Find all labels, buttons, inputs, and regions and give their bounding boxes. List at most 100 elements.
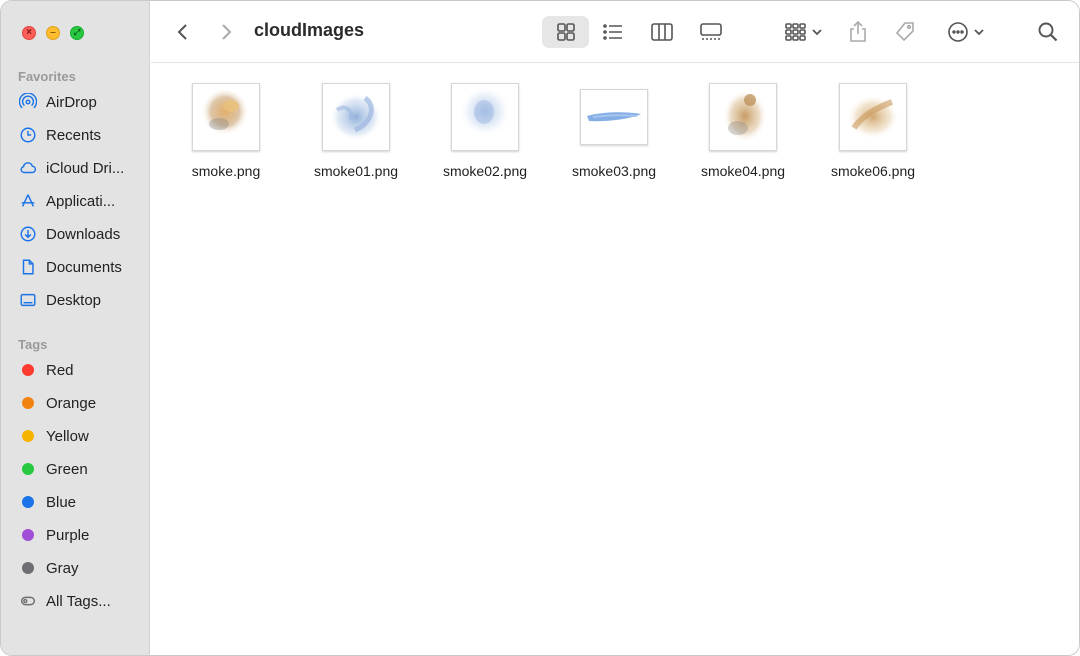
close-icon: × <box>26 27 32 38</box>
tag-button[interactable] <box>890 16 920 48</box>
file-thumbnail <box>192 83 260 151</box>
file-browser: smoke.png smoke01.png smoke02.png smoke0… <box>151 64 1079 655</box>
file-thumbnail <box>580 89 648 145</box>
sidebar-tag-yellow[interactable]: Yellow <box>18 423 143 449</box>
file-thumbnail <box>322 83 390 151</box>
download-icon <box>18 224 38 244</box>
tag-color-dot <box>18 525 38 545</box>
close-window-button[interactable]: × <box>22 26 36 40</box>
sidebar-item-label: Green <box>46 460 88 478</box>
sidebar-item-recents[interactable]: Recents <box>18 122 143 148</box>
document-icon <box>18 257 38 277</box>
minimize-icon: – <box>50 27 56 38</box>
sidebar-item-label: iCloud Dri... <box>46 159 125 177</box>
share-icon <box>850 20 866 42</box>
tags-heading: Tags <box>18 337 48 352</box>
applications-icon <box>18 191 38 211</box>
desktop-icon <box>18 290 38 310</box>
tag-color-dot <box>18 459 38 479</box>
window-title: cloudImages <box>254 20 365 40</box>
column-view-button[interactable] <box>642 16 682 48</box>
sidebar-item-label: Orange <box>46 394 97 412</box>
gallery-view-button[interactable] <box>691 16 731 48</box>
smoke-image-thumbnail <box>723 90 767 142</box>
file-name: smoke04.png <box>700 163 786 179</box>
grid-view-icon <box>556 23 575 41</box>
group-button[interactable] <box>779 16 827 48</box>
file-thumbnail <box>451 83 519 151</box>
search-button[interactable] <box>1033 16 1063 48</box>
more-icon <box>947 22 968 42</box>
list-view-icon <box>603 24 622 40</box>
file-item[interactable]: smoke06.png <box>813 83 933 179</box>
cloud-icon <box>18 158 38 178</box>
sidebar-tag-red[interactable]: Red <box>18 357 143 383</box>
column-view-icon <box>651 23 673 41</box>
sidebar-item-label: Gray <box>46 559 79 577</box>
sidebar-item-label: Red <box>46 361 74 379</box>
tag-color-dot <box>18 393 38 413</box>
sidebar-item-label: Blue <box>46 493 77 511</box>
file-item[interactable]: smoke01.png <box>296 83 416 179</box>
file-name: smoke06.png <box>830 163 916 179</box>
window-controls: × – ⤢ <box>22 26 84 40</box>
sidebar-item-label: AirDrop <box>46 93 97 111</box>
sidebar-item-label: Purple <box>46 526 90 544</box>
sidebar: × – ⤢ Favorites AirDrop Recents iCloud D… <box>1 1 150 655</box>
file-name: smoke01.png <box>313 163 399 179</box>
sidebar-tag-purple[interactable]: Purple <box>18 522 143 548</box>
back-button[interactable] <box>169 16 197 48</box>
gallery-view-icon <box>700 23 722 40</box>
sidebar-item-airdrop[interactable]: AirDrop <box>18 89 143 115</box>
sidebar-item-downloads[interactable]: Downloads <box>18 221 143 247</box>
sidebar-tag-blue[interactable]: Blue <box>18 489 143 515</box>
sidebar-item-documents[interactable]: Documents <box>18 254 143 280</box>
tag-icon <box>895 22 914 42</box>
sidebar-item-label: All Tags... <box>46 592 111 610</box>
finder-window: × – ⤢ Favorites AirDrop Recents iCloud D… <box>0 0 1080 656</box>
file-name: smoke.png <box>191 163 261 179</box>
sidebar-item-applications[interactable]: Applicati... <box>18 188 143 214</box>
forward-button[interactable] <box>212 16 240 48</box>
sidebar-tag-all[interactable]: All Tags... <box>18 588 143 614</box>
minimize-window-button[interactable]: – <box>46 26 60 40</box>
share-button[interactable] <box>844 16 872 48</box>
sidebar-item-label: Yellow <box>46 427 89 445</box>
sidebar-tag-gray[interactable]: Gray <box>18 555 143 581</box>
sidebar-tag-orange[interactable]: Orange <box>18 390 143 416</box>
sidebar-item-label: Documents <box>46 258 122 276</box>
tag-color-dot <box>18 492 38 512</box>
clock-icon <box>18 125 38 145</box>
smoke-image-thumbnail <box>587 112 641 122</box>
smoke-image-thumbnail <box>330 93 382 141</box>
sidebar-item-label: Downloads <box>46 225 121 243</box>
file-thumbnail <box>709 83 777 151</box>
fullscreen-icon: ⤢ <box>73 28 81 37</box>
file-item[interactable]: smoke04.png <box>683 83 803 179</box>
search-icon <box>1038 22 1058 42</box>
list-view-button[interactable] <box>593 16 633 48</box>
tag-color-dot <box>18 426 38 446</box>
airdrop-icon <box>18 92 38 112</box>
smoke-image-thumbnail <box>201 90 249 138</box>
tag-color-dot <box>18 360 38 380</box>
zoom-window-button[interactable]: ⤢ <box>70 26 84 40</box>
icon-view-button[interactable] <box>542 16 589 48</box>
sidebar-item-desktop[interactable]: Desktop <box>18 287 143 313</box>
tag-color-dot <box>18 558 38 578</box>
chevron-down-icon <box>973 29 984 36</box>
file-item[interactable]: smoke03.png <box>554 83 674 179</box>
file-name: smoke03.png <box>571 163 657 179</box>
chevron-left-icon <box>177 24 187 40</box>
sidebar-item-label: Recents <box>46 126 102 144</box>
file-item[interactable]: smoke02.png <box>425 83 545 179</box>
sidebar-item-label: Applicati... <box>46 192 116 210</box>
sidebar-item-label: Desktop <box>46 291 102 309</box>
file-item[interactable]: smoke.png <box>166 83 286 179</box>
more-actions-button[interactable] <box>942 16 988 48</box>
smoke-image-thumbnail <box>459 88 511 140</box>
sidebar-item-icloud-drive[interactable]: iCloud Dri... <box>18 155 143 181</box>
file-name: smoke02.png <box>442 163 528 179</box>
sidebar-tag-green[interactable]: Green <box>18 456 143 482</box>
toolbar: cloudImages <box>151 1 1079 63</box>
